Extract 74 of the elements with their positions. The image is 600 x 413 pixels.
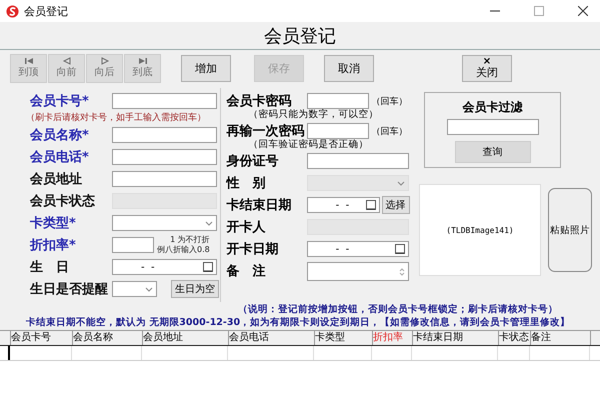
scroll-arrows-icon[interactable] [398,266,405,276]
input-field[interactable] [306,153,409,169]
form-heading: 会员登记 [264,24,336,48]
instruction-text: （说明：登记前按增加按钮，否则会员卡号框锁定；刷卡后请核对卡号） [238,303,558,316]
field-label: 折扣率* [28,236,77,254]
column-header[interactable]: 会员名称 [73,331,143,345]
field-hint: （回车验证密码是否正确） [248,139,369,151]
field-label: 开卡人 [226,219,267,236]
caret-icon [396,181,405,186]
field-hint: （刷卡后请核对卡号，如手工输入需按回车） [26,112,206,124]
nav-arrow-icon [138,57,148,65]
field-label: 会员电话* [28,149,90,166]
maximize-icon[interactable] [534,6,544,16]
column-header[interactable]: 会员电话 [229,331,315,345]
field-label: 会员卡状态 [28,193,96,210]
toolbar-button[interactable]: 增加 [181,54,231,82]
caret-icon [145,287,153,292]
column-header[interactable]: 备注 [531,331,591,345]
field-hint: （密码只能为数字，可以空） [248,109,379,121]
enter-note: （回车） [372,126,408,138]
filter-title: 会员卡过滤 [462,99,522,116]
calendar-icon[interactable] [394,244,405,254]
date-field[interactable]: - - [306,241,409,257]
column-header[interactable]: 会员卡号 [11,331,73,345]
enter-note: （回车） [372,96,408,108]
paste-photo-button[interactable]: 粘贴照片 [548,188,592,272]
query-button[interactable]: 查询 [454,141,530,163]
column-header[interactable]: 卡类型 [315,331,373,345]
password-field[interactable] [306,123,369,139]
field-label: 会员卡号* [28,93,90,110]
nav-arrow-icon [24,57,34,65]
input-field[interactable] [112,237,154,253]
field-label: 性 别 [226,175,267,192]
field-label: 身份证号 [226,153,280,170]
field-note: 1 为不打折 例八折输入0.8 [157,235,210,255]
window-title: 会员登记 [24,4,68,18]
column-header[interactable]: 会员地址 [143,331,229,345]
toolbar-button[interactable]: 取消 [324,54,374,82]
input-field[interactable] [112,149,217,165]
field-label: 卡类型* [29,215,77,232]
field-label: 会员地址 [28,171,83,188]
date-field[interactable]: - - [306,197,380,213]
close-icon[interactable] [578,6,588,16]
caret-icon [205,221,213,226]
password-field[interactable] [306,93,369,109]
close-button[interactable]: × 关闭 [462,54,512,82]
field-label: 会员名称* [28,127,90,144]
field-label: 开卡日期 [226,241,280,258]
field-label: 备 注 [226,262,267,280]
field-label: 会员卡密码 [226,92,293,109]
field-label: 生 日 [28,259,70,276]
photo-caption: (TLDBImage141) [446,226,514,234]
filter-field[interactable] [446,119,538,135]
column-header[interactable]: 卡结束日期 [413,331,499,345]
input-field[interactable] [112,93,217,109]
calendar-icon[interactable] [366,200,376,210]
field-label: 卡结束日期 [226,197,293,214]
column-header[interactable]: 折扣率 [373,331,413,345]
app-logo-icon [6,4,19,18]
dropdown-field[interactable] [112,215,217,231]
dropdown-field[interactable] [112,281,157,297]
select-date-button[interactable]: 选择 [382,196,410,214]
nav-arrow-icon [100,57,110,65]
field-label: 生日是否提醒 [28,281,109,298]
birthday-clear-button[interactable]: 生日为空 [171,280,219,298]
calendar-icon[interactable] [203,262,213,272]
input-field[interactable] [112,171,217,187]
date-field[interactable]: - - [112,259,217,275]
instruction-text: 卡结束日期不能空，默认为 无期限3000-12-30，如为有期限卡则设定到期日，【如需修改信息，请到会员卡管理里修改】 [26,316,570,329]
nav-arrow-icon [62,57,72,65]
field-label: 再输一次密码 [226,122,306,139]
column-header[interactable]: 卡状态 [499,331,531,345]
memo-field[interactable] [306,262,409,280]
input-field[interactable] [112,127,217,143]
